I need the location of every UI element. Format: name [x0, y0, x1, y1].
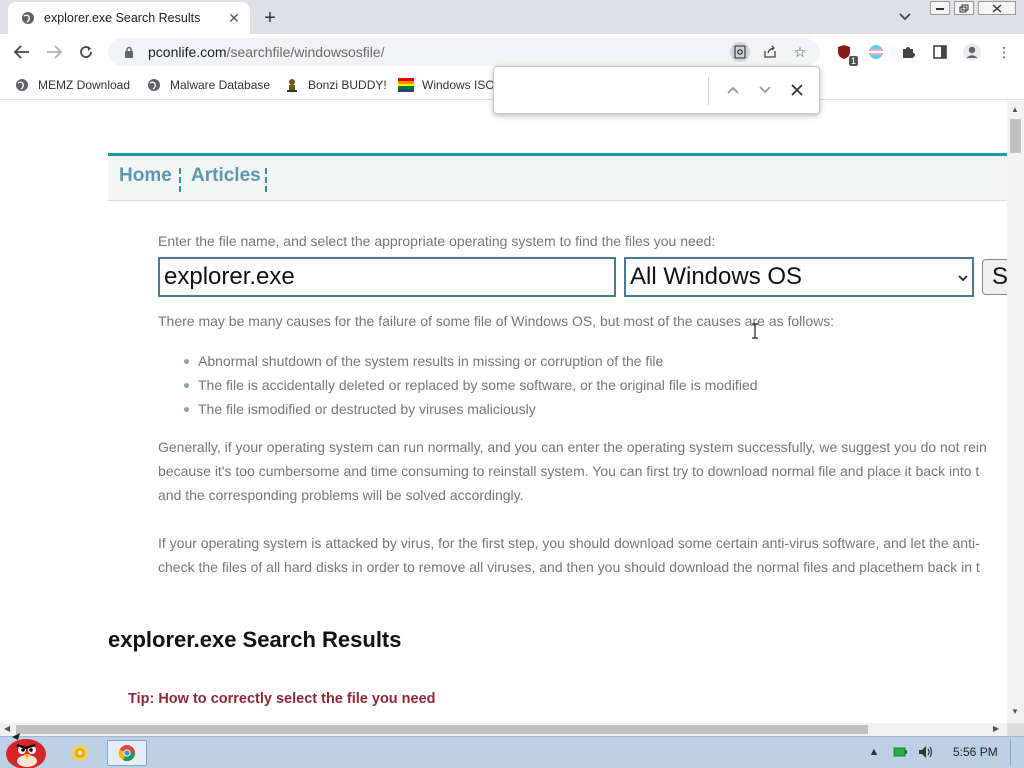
forward-arrow-icon[interactable]: [42, 40, 66, 64]
paragraph-line: because it's too cumbersome and time con…: [158, 463, 980, 479]
browser-tab[interactable]: explorer.exe Search Results ✕: [8, 2, 250, 34]
paragraph-line: If your operating system is attacked by …: [158, 535, 980, 551]
close-icon[interactable]: [786, 79, 808, 101]
url-path: /searchfile/windowsosfile/: [226, 44, 385, 60]
close-icon[interactable]: [978, 1, 1016, 15]
scroll-right-arrow-icon[interactable]: ▶: [993, 724, 999, 733]
list-item: The file is accidentally deleted or repl…: [178, 373, 758, 397]
find-in-page-icon[interactable]: [730, 42, 750, 62]
minimize-icon[interactable]: [930, 1, 950, 15]
back-arrow-icon[interactable]: [10, 40, 34, 64]
folder-icon[interactable]: [60, 740, 100, 766]
url-host: pconlife.com: [148, 44, 227, 60]
scrollbar-corner: [1007, 723, 1024, 736]
globe-icon: [14, 77, 30, 93]
trans-flag-extension-icon[interactable]: [864, 40, 888, 64]
vertical-scroll-thumb[interactable]: [1010, 119, 1021, 153]
list-item: Abnormal shutdown of the system results …: [178, 349, 758, 373]
results-heading: explorer.exe Search Results: [108, 627, 402, 652]
close-icon[interactable]: ✕: [226, 10, 242, 26]
bookmark-label: Bonzi BUDDY!: [308, 78, 387, 92]
nav-home-link[interactable]: Home: [119, 165, 172, 187]
nav-separator: [265, 168, 267, 192]
profile-icon[interactable]: [960, 40, 984, 64]
paragraph-line: and the corresponding problems will be s…: [158, 487, 524, 503]
bookmark-label: Windows ISO: [422, 78, 495, 92]
extension-badge: 1: [848, 56, 858, 66]
find-input[interactable]: [502, 77, 706, 105]
find-divider: [708, 77, 709, 105]
bookmark-bonzi-buddy[interactable]: Bonzi BUDDY!: [284, 75, 387, 95]
search-button[interactable]: Search: [982, 259, 1007, 295]
bookmark-memz[interactable]: MEMZ Download: [14, 75, 130, 95]
browser-window: explorer.exe Search Results ✕ + pconlife…: [0, 0, 1024, 736]
up-arrow-icon[interactable]: ▲: [866, 743, 882, 761]
puzzle-icon[interactable]: [896, 40, 920, 64]
text-cursor-icon: [751, 323, 759, 344]
search-instructions: Enter the file name, and select the appr…: [158, 233, 716, 249]
angry-bird-start-icon[interactable]: [2, 731, 50, 768]
windows-flag-icon: [398, 77, 414, 93]
scroll-up-arrow-icon[interactable]: ▲: [1011, 105, 1019, 114]
globe-icon: [20, 10, 36, 26]
screen: explorer.exe Search Results ✕ + pconlife…: [0, 0, 1024, 768]
page-content: Home Articles Enter the file name, and s…: [0, 101, 1007, 723]
address-bar[interactable]: pconlife.com/searchfile/windowsosfile/ ☆: [108, 38, 820, 66]
chevron-up-icon[interactable]: [722, 79, 744, 101]
taskbar: ▲ 5:56 PM: [0, 733, 1024, 768]
reload-icon[interactable]: [74, 40, 98, 64]
horizontal-scrollbar[interactable]: ◀ ▶: [0, 723, 1007, 736]
site-nav: Home Articles: [108, 153, 1007, 201]
scroll-down-arrow-icon[interactable]: ▼: [1011, 707, 1019, 716]
star-icon[interactable]: ☆: [790, 42, 810, 62]
omnibox-actions: ☆: [730, 42, 810, 62]
side-panel-icon[interactable]: [928, 40, 952, 64]
speaker-icon[interactable]: [918, 743, 934, 761]
causes-list: Abnormal shutdown of the system results …: [178, 349, 758, 421]
share-icon[interactable]: [760, 42, 780, 62]
chrome-icon[interactable]: [107, 740, 147, 766]
horizontal-scroll-thumb[interactable]: [16, 725, 868, 734]
chevron-down-icon: [958, 269, 968, 285]
causes-intro: There may be many causes for the failure…: [158, 313, 835, 329]
lock-icon[interactable]: [122, 45, 136, 59]
menu-kebab-icon[interactable]: ⋮: [992, 40, 1016, 64]
bookmark-windows-iso[interactable]: Windows ISO: [398, 75, 495, 95]
battery-icon[interactable]: [892, 743, 908, 761]
restore-icon[interactable]: [954, 1, 974, 15]
bookmark-malware-database[interactable]: Malware Database: [146, 75, 270, 95]
browser-toolbar: pconlife.com/searchfile/windowsosfile/ ☆…: [0, 34, 1024, 70]
bookmark-label: Malware Database: [170, 78, 271, 92]
window-controls: [930, 1, 1016, 15]
show-desktop-button[interactable]: [1010, 739, 1023, 765]
tab-strip: explorer.exe Search Results ✕ +: [0, 0, 1024, 34]
chevron-down-icon[interactable]: [754, 79, 776, 101]
vertical-scrollbar[interactable]: ▲ ▼: [1007, 101, 1024, 723]
globe-icon: [146, 77, 162, 93]
os-select[interactable]: All Windows OS: [624, 257, 974, 297]
filename-search-input[interactable]: [158, 257, 616, 297]
bonzi-icon: [284, 77, 300, 93]
system-tray: ▲: [866, 743, 934, 761]
nav-separator: [179, 168, 181, 192]
paragraph-line: Generally, if your operating system can …: [158, 439, 987, 455]
nav-articles-link[interactable]: Articles: [191, 165, 261, 187]
paragraph-line: check the files of all hard disks in ord…: [158, 559, 980, 575]
find-bar: [493, 66, 820, 114]
chevron-down-icon[interactable]: [895, 7, 915, 27]
plus-icon[interactable]: +: [258, 6, 282, 30]
bookmark-label: MEMZ Download: [38, 78, 131, 92]
extensions-area: 1 ⋮: [832, 40, 1016, 66]
taskbar-clock[interactable]: 5:56 PM: [953, 745, 998, 759]
tip-heading: Tip: How to correctly select the file yo…: [128, 691, 436, 707]
list-item: The file ismodified or destructed by vir…: [178, 397, 758, 421]
os-select-value: All Windows OS: [630, 263, 803, 290]
tab-title: explorer.exe Search Results: [44, 11, 201, 25]
shield-extension-icon[interactable]: 1: [832, 40, 858, 66]
